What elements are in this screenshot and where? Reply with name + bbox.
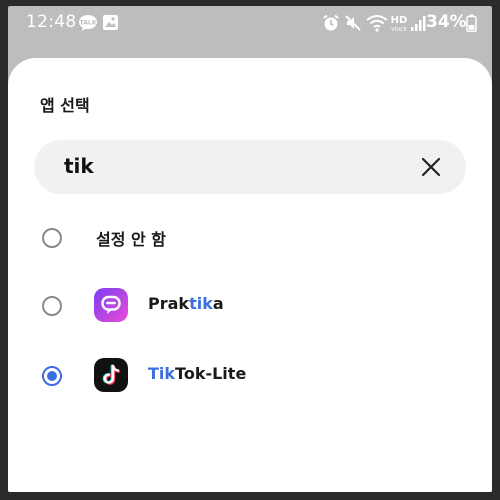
search-input[interactable] <box>64 154 404 178</box>
praktika-app-icon <box>94 288 128 322</box>
clear-search-button[interactable] <box>418 154 444 180</box>
svg-text:TALK: TALK <box>80 20 97 27</box>
option-none-label: 설정 안 함 <box>96 230 167 249</box>
option-praktika[interactable]: Praktika <box>8 278 492 334</box>
phone-screen: 12:48 TALK HD VOICE 34% 앱 선택 tik 설정 안 함 … <box>8 6 492 492</box>
battery-icon <box>466 14 477 37</box>
radio-none[interactable] <box>42 228 62 248</box>
svg-text:VOICE: VOICE <box>391 27 406 33</box>
status-time: 12:48 <box>26 12 77 32</box>
app-select-sheet: 앱 선택 설정 안 함 <box>8 58 492 492</box>
label-suffix: a <box>212 294 224 313</box>
option-tiktok-lite-label: TikTok-Lite <box>148 364 246 383</box>
talk-icon: TALK <box>78 14 98 37</box>
wifi-icon <box>366 14 388 37</box>
option-praktika-label: Praktika <box>148 294 224 313</box>
radio-praktika[interactable] <box>42 296 62 316</box>
hd-voice-icon: HD VOICE <box>390 13 408 38</box>
status-bar: 12:48 TALK HD VOICE 34% <box>8 6 492 40</box>
search-box <box>34 140 466 194</box>
sheet-title: 앱 선택 <box>40 96 90 115</box>
label-suffix: Tok-Lite <box>175 364 247 383</box>
label-match: Tik <box>148 364 176 383</box>
battery-percent: 34% <box>426 12 467 32</box>
svg-text:HD: HD <box>391 15 408 26</box>
label-prefix: Prak <box>148 294 190 313</box>
radio-tiktok-lite[interactable] <box>42 366 62 386</box>
option-tiktok-lite[interactable]: TikTok-Lite <box>8 348 492 404</box>
option-none[interactable]: 설정 안 함 <box>8 210 492 266</box>
close-icon <box>421 157 441 177</box>
alarm-icon <box>322 14 340 37</box>
gallery-icon <box>102 14 119 36</box>
label-match: tik <box>189 294 213 313</box>
mute-icon <box>344 14 362 37</box>
signal-icon <box>410 14 426 37</box>
tiktok-lite-app-icon <box>94 358 128 392</box>
